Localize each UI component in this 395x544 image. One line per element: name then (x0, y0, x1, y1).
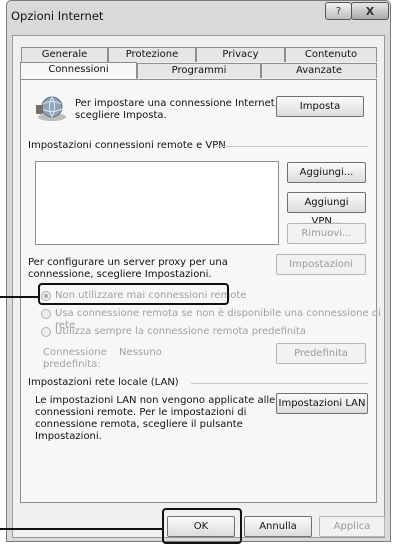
tab-protezione[interactable]: Protezione (108, 47, 196, 62)
tab-programmi[interactable]: Programmi (137, 63, 261, 78)
default-connection-label-line2: predefinita: (43, 359, 101, 370)
window-title: Opzioni Internet (11, 9, 104, 23)
add-button[interactable]: Aggiungi... (287, 162, 366, 183)
radio-dial-when-no-network[interactable] (41, 309, 51, 319)
setup-text-line1: Per impostare una connessione Internet, (75, 98, 278, 109)
callout-line-ok (0, 528, 164, 530)
apply-button[interactable]: Applica (319, 516, 385, 537)
tab-avanzate[interactable]: Avanzate (261, 63, 377, 78)
tab-connessioni[interactable]: Connessioni (20, 62, 137, 79)
set-default-button[interactable]: Predefinita (276, 343, 366, 364)
lan-text-line1: Le impostazioni LAN non vengono applicat… (35, 395, 276, 406)
add-vpn-button[interactable]: Aggiungi VPN... (287, 192, 366, 227)
callout-line-radio (0, 296, 40, 298)
proxy-settings-button[interactable]: Impostazioni (276, 254, 366, 275)
proxy-text-line1: Per configurare un server proxy per una (28, 257, 228, 268)
title-bar: Opzioni Internet ? X (7, 1, 390, 35)
default-connection-value: Nessuno (119, 347, 162, 358)
setup-button[interactable]: Imposta (276, 96, 364, 117)
close-button[interactable]: X (351, 2, 389, 20)
lan-settings-button[interactable]: Impostazioni LAN (276, 393, 368, 414)
lan-text-line3: connessione remota, scegliere il pulsant… (35, 419, 243, 430)
vpn-separator (216, 146, 368, 147)
proxy-text-line2: connessione, scegliere Impostazioni. (28, 269, 212, 280)
remove-button[interactable]: Rimuovi... (287, 223, 366, 244)
tab-privacy[interactable]: Privacy (196, 47, 285, 62)
radio-always-dial-default[interactable] (41, 327, 51, 337)
cancel-button[interactable]: Annulla (244, 516, 312, 537)
internet-options-window: Opzioni Internet ? X Generale Protezione… (6, 0, 391, 542)
lan-separator (191, 383, 368, 384)
network-globe-icon (36, 96, 66, 121)
lan-section-header: Impostazioni rete locale (LAN) (28, 377, 179, 388)
lan-text-line2: connessioni remote. Per le impostazioni … (35, 407, 247, 418)
tab-generale[interactable]: Generale (21, 47, 108, 62)
callout-box-radio (38, 283, 229, 305)
help-icon: ? (335, 5, 342, 17)
default-connection-label-line1: Connessione (43, 347, 107, 358)
vpn-section-header: Impostazioni connessioni remote e VPN (28, 140, 226, 151)
tab-contenuto[interactable]: Contenuto (285, 47, 377, 62)
close-icon: X (365, 4, 375, 18)
setup-text-line2: scegliere Imposta. (75, 110, 167, 121)
help-button[interactable]: ? (325, 2, 352, 20)
connections-list[interactable] (35, 161, 279, 245)
callout-box-ok (162, 508, 242, 544)
radio-always-dial-default-label[interactable]: Utilizza sempre la connessione remota pr… (55, 326, 306, 338)
lan-text-line4: Impostazioni. (35, 431, 102, 442)
